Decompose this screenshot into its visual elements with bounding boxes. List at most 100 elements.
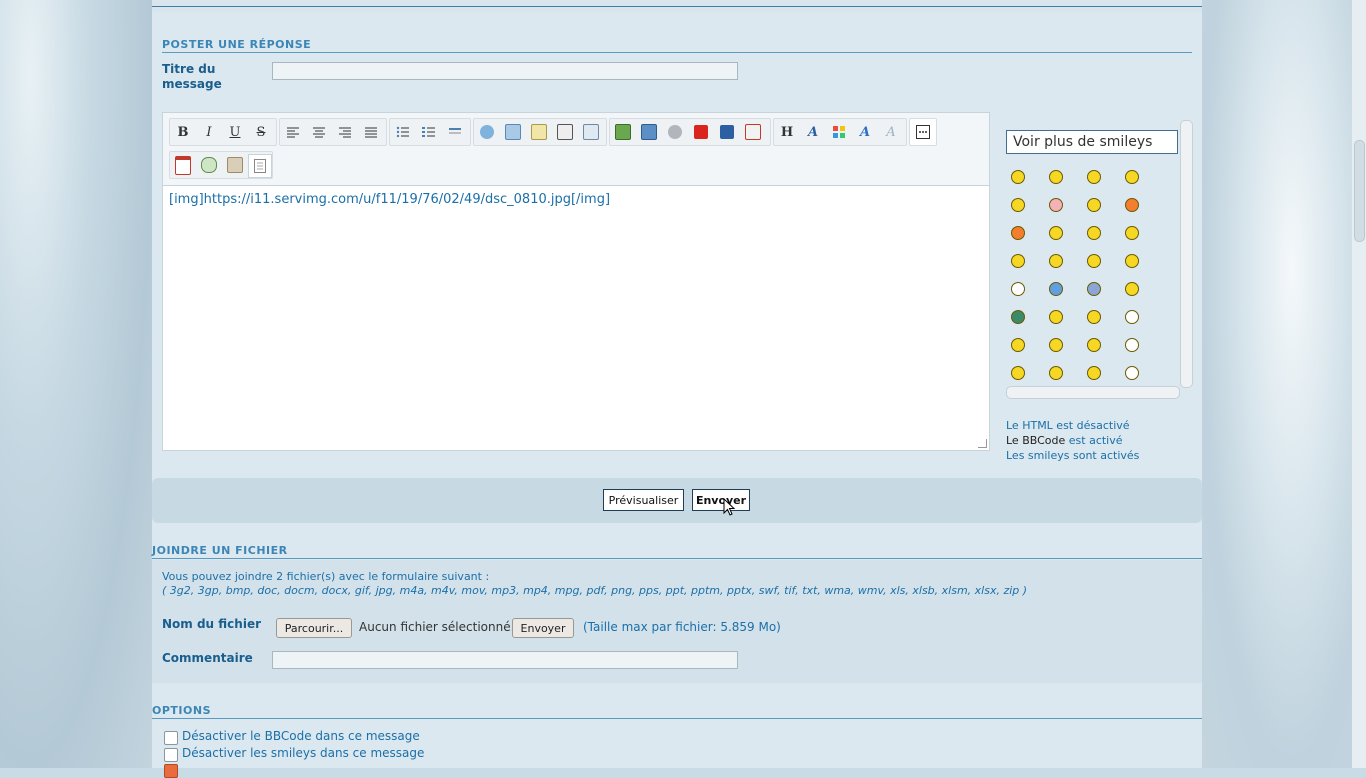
hide-icon[interactable] (554, 121, 576, 143)
smiley-icon[interactable] (1049, 282, 1063, 296)
smiley-icon[interactable] (1087, 198, 1101, 212)
subject-label-line1: Titre du (162, 62, 216, 76)
smiley-icon[interactable] (1087, 282, 1101, 296)
attach-signature-checkbox[interactable] (164, 764, 178, 778)
smiley-icon[interactable] (1049, 254, 1063, 268)
date-icon[interactable] (172, 154, 194, 176)
align-center-icon[interactable] (308, 121, 330, 143)
toolbar-group-lists (389, 118, 471, 146)
spoiler-icon[interactable] (528, 121, 550, 143)
align-left-icon[interactable] (282, 121, 304, 143)
subject-label-line2: message (162, 77, 222, 91)
smiley-icon[interactable] (1125, 170, 1139, 184)
smiley-icon[interactable] (1011, 226, 1025, 240)
image-icon[interactable] (612, 121, 634, 143)
smiley-icon[interactable] (1087, 226, 1101, 240)
smiley-icon[interactable] (1087, 254, 1101, 268)
subject-input[interactable] (272, 62, 738, 80)
smiley-select[interactable]: Voir plus de smileys (1006, 130, 1178, 154)
align-justify-icon[interactable] (360, 121, 382, 143)
time-icon[interactable] (198, 154, 220, 176)
youtube-icon[interactable] (690, 121, 712, 143)
smiley-icon[interactable] (1087, 310, 1101, 324)
flash-icon[interactable] (742, 121, 764, 143)
numbered-list-icon[interactable] (418, 121, 440, 143)
quote-icon[interactable] (476, 121, 498, 143)
code-icon[interactable] (502, 121, 524, 143)
attach-intro: Vous pouvez joindre 2 fichier(s) avec le… (162, 570, 490, 583)
more-icon[interactable] (912, 121, 934, 143)
smiley-icon[interactable] (1049, 310, 1063, 324)
upload-image-icon[interactable] (638, 121, 660, 143)
bold-button[interactable]: B (172, 121, 194, 143)
italic-button[interactable]: I (198, 121, 220, 143)
reply-section-rule (162, 52, 1192, 53)
smileys-status[interactable]: Les smileys sont activés (1006, 449, 1139, 462)
smiley-icon[interactable] (1011, 338, 1025, 352)
smiley-icon[interactable] (1087, 170, 1101, 184)
smiley-icon[interactable] (1049, 198, 1063, 212)
attach-section-rule (152, 558, 1202, 559)
smiley-icon[interactable] (1049, 226, 1063, 240)
smiley-icon[interactable] (1087, 366, 1101, 380)
page-scrollbar-thumb[interactable] (1354, 140, 1365, 242)
paste-icon[interactable] (224, 154, 246, 176)
table-icon[interactable] (580, 121, 602, 143)
smiley-icon[interactable] (1087, 338, 1101, 352)
smiley-icon[interactable] (1049, 366, 1063, 380)
smiley-icon[interactable] (1125, 198, 1139, 212)
editor-content[interactable]: [img]https://i11.servimg.com/u/f11/19/76… (169, 192, 610, 207)
underline-button[interactable]: U (224, 121, 246, 143)
disable-smileys-checkbox[interactable] (164, 748, 178, 762)
smiley-icon[interactable] (1125, 338, 1139, 352)
disable-bbcode-label[interactable]: Désactiver le BBCode dans ce message (182, 729, 420, 743)
browse-button[interactable]: Parcourir... (276, 618, 352, 638)
disable-bbcode-checkbox[interactable] (164, 731, 178, 745)
message-editor: B I U S H A A A [img]https://i11.servimg… (162, 112, 990, 451)
strikethrough-button[interactable]: S (250, 121, 272, 143)
upload-button[interactable]: Envoyer (512, 618, 574, 638)
source-mode-icon[interactable] (248, 154, 272, 178)
bbcode-status-suffix[interactable]: est activé (1069, 434, 1123, 447)
smiley-icon[interactable] (1125, 226, 1139, 240)
comment-input[interactable] (272, 651, 738, 669)
remove-format-icon[interactable]: A (880, 121, 902, 143)
send-button[interactable]: Envoyer (692, 489, 750, 511)
heading-button[interactable]: H (776, 121, 798, 143)
font-face-icon[interactable]: A (854, 121, 876, 143)
dailymotion-icon[interactable] (716, 121, 738, 143)
smiley-icon[interactable] (1011, 282, 1025, 296)
attach-section-title: JOINDRE UN FICHIER (152, 544, 288, 557)
preview-button[interactable]: Prévisualiser (603, 489, 684, 511)
toolbar-group-format: H A A A (773, 118, 907, 146)
smiley-icon[interactable] (1125, 310, 1139, 324)
editor-resize-handle[interactable] (978, 439, 987, 448)
mouse-cursor-icon (723, 498, 736, 516)
smiley-icon[interactable] (1011, 310, 1025, 324)
bullet-list-icon[interactable] (392, 121, 414, 143)
toolbar-group-align (279, 118, 387, 146)
max-size-text: (Taille max par fichier: 5.859 Mo) (583, 620, 781, 634)
options-section-title: OPTIONS (152, 704, 211, 717)
smiley-icon[interactable] (1125, 366, 1139, 380)
smiley-icon[interactable] (1011, 254, 1025, 268)
smiley-icon[interactable] (1125, 254, 1139, 268)
color-icon[interactable] (828, 121, 850, 143)
smiley-horizontal-scrollbar[interactable] (1006, 386, 1180, 399)
page-scrollbar[interactable] (1352, 0, 1366, 768)
smiley-vertical-scrollbar[interactable] (1180, 120, 1193, 388)
smiley-icon[interactable] (1011, 198, 1025, 212)
smiley-panel: Voir plus de smileys (1006, 120, 1193, 400)
font-size-icon[interactable]: A (802, 121, 824, 143)
html-status[interactable]: Le HTML est désactivé (1006, 419, 1130, 432)
horizontal-rule-icon[interactable] (444, 121, 466, 143)
disable-smileys-label[interactable]: Désactiver les smileys dans ce message (182, 746, 424, 760)
smiley-icon[interactable] (1049, 338, 1063, 352)
smiley-icon[interactable] (1011, 366, 1025, 380)
smiley-icon[interactable] (1011, 170, 1025, 184)
options-section-rule (152, 718, 1202, 719)
smiley-icon[interactable] (1049, 170, 1063, 184)
link-icon[interactable] (664, 121, 686, 143)
smiley-icon[interactable] (1125, 282, 1139, 296)
align-right-icon[interactable] (334, 121, 356, 143)
